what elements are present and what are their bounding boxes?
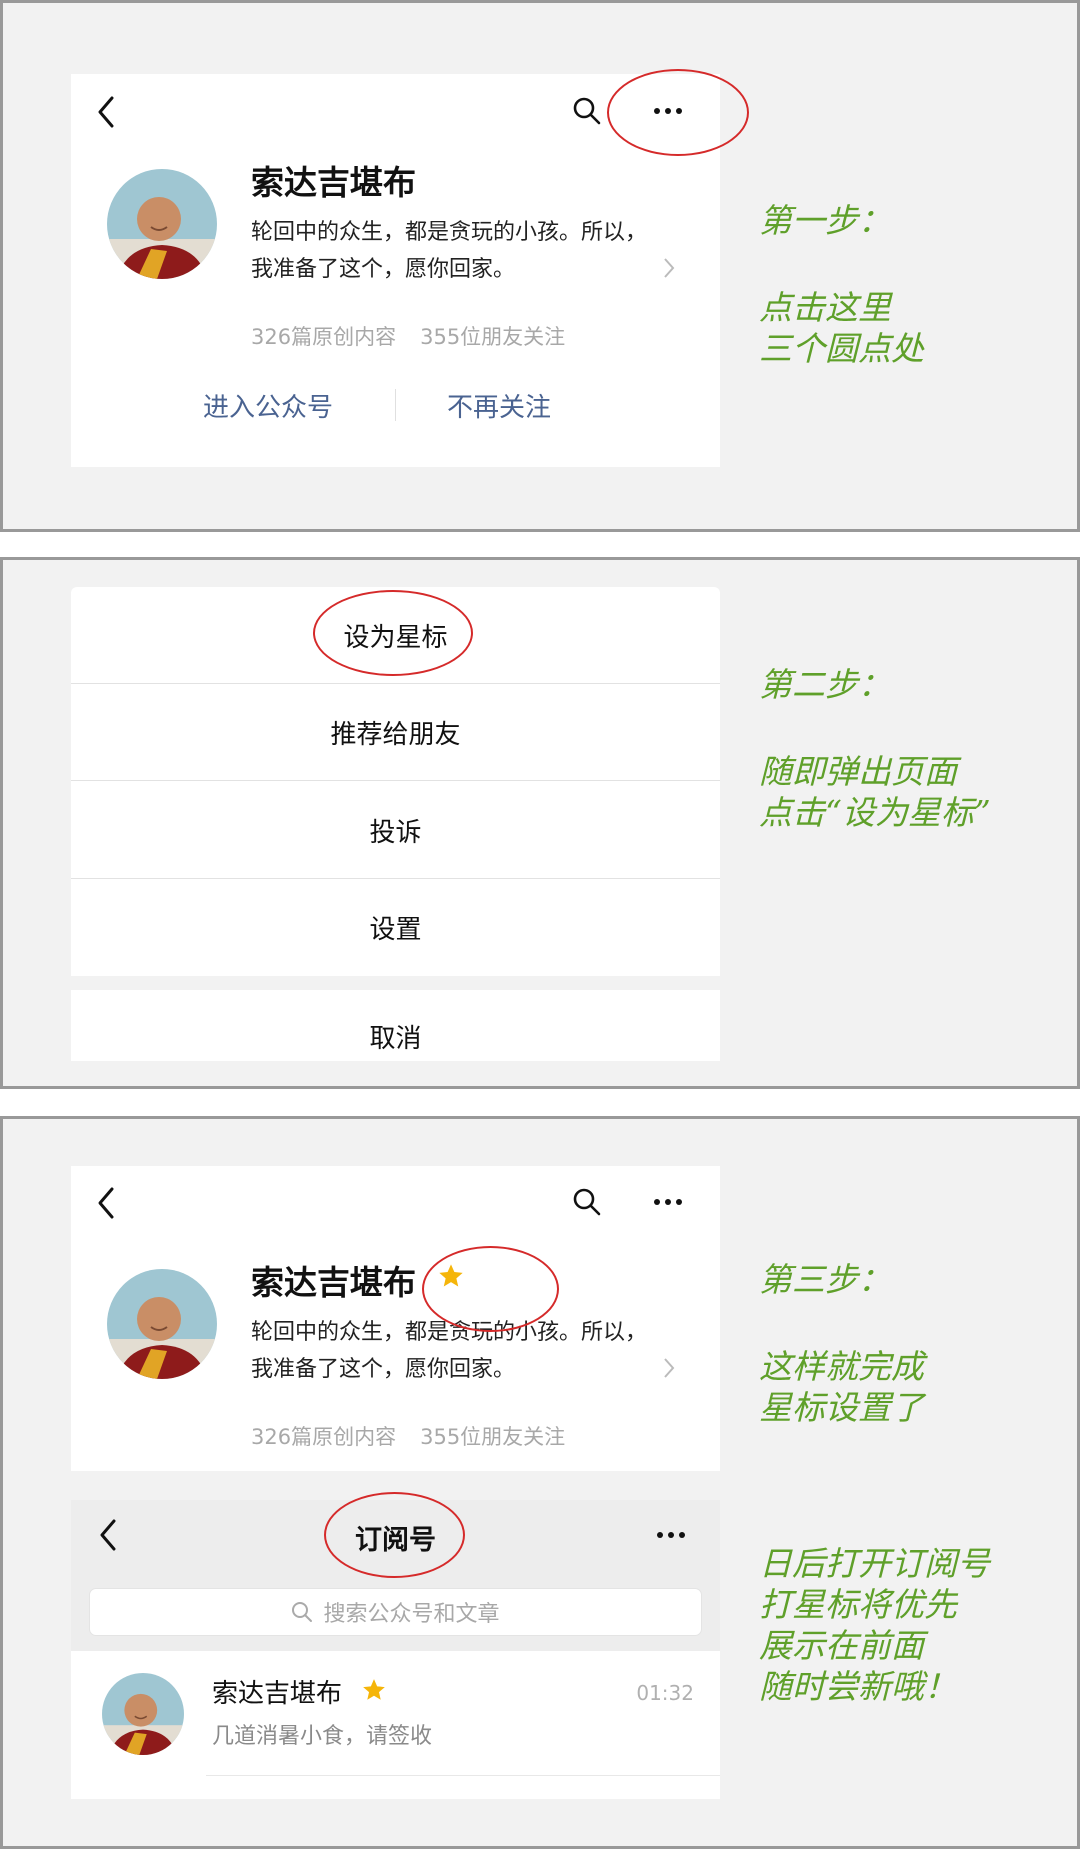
- page-title: 订阅号: [355, 1525, 436, 1556]
- note-line: 展示在前面: [759, 1625, 924, 1665]
- note-title: 第一步：: [759, 201, 891, 240]
- search-icon: [292, 1602, 313, 1622]
- set-star-menu-item[interactable]: 设为星标: [71, 587, 720, 684]
- action-sheet: 设为星标 推荐给朋友 投诉 设置 取消: [71, 587, 720, 1061]
- account-card: 索达吉堪布 轮回中的众生，都是贪玩的小孩。所以，我准备了这个，愿你回家。 326…: [71, 74, 720, 467]
- back-icon[interactable]: [96, 1186, 116, 1220]
- menu-separator: [71, 976, 720, 990]
- chevron-right-icon[interactable]: [663, 1357, 675, 1379]
- note-title: 第三步：: [759, 1260, 891, 1299]
- star-icon: [439, 1264, 463, 1287]
- account-stats: 326篇原创内容 355位朋友关注: [251, 321, 565, 351]
- search-icon[interactable]: [572, 1187, 602, 1217]
- account-description: 轮回中的众生，都是贪玩的小孩。所以，我准备了这个，愿你回家。: [251, 1320, 648, 1382]
- cancel-button[interactable]: 取消: [71, 990, 720, 1061]
- step-three-panel: 索达吉堪布 轮回中的众生，都是贪玩的小孩。所以，我准备了这个，愿你回家。 326…: [0, 1116, 1080, 1849]
- step-one-panel: 索达吉堪布 轮回中的众生，都是贪玩的小孩。所以，我准备了这个，愿你回家。 326…: [0, 0, 1080, 532]
- search-icon[interactable]: [572, 96, 602, 126]
- avatar[interactable]: [107, 1269, 217, 1379]
- step-two-note: 第二步： 随即弹出页面 点击“设为星标”: [759, 665, 991, 834]
- account-stats: 326篇原创内容 355位朋友关注: [251, 1421, 565, 1451]
- note-line: 点击“设为星标”: [759, 792, 991, 832]
- list-item-title: 索达吉堪布: [212, 1679, 343, 1709]
- subscription-header: 订阅号 搜索公众号和文章: [71, 1500, 720, 1651]
- list-item-time: 01:32: [636, 1681, 694, 1705]
- note-line: 打星标将优先: [759, 1584, 957, 1624]
- followers-count: 355位朋友关注: [420, 325, 566, 349]
- search-input[interactable]: 搜索公众号和文章: [89, 1588, 702, 1636]
- note-line: 这样就完成: [759, 1346, 924, 1386]
- enter-account-button[interactable]: 进入公众号: [203, 387, 333, 424]
- step-two-panel: 设为星标 推荐给朋友 投诉 设置 取消 第二步： 随即弹出页面 点击“设为星标”: [0, 557, 1080, 1089]
- account-name: 索达吉堪布: [251, 163, 416, 202]
- divider: [395, 389, 396, 421]
- note-title: 第二步：: [759, 665, 891, 704]
- divider: [206, 1775, 720, 1776]
- list-item[interactable]: 索达吉堪布 01:32 几道消暑小食，请签收: [71, 1651, 720, 1799]
- star-icon: [363, 1679, 385, 1700]
- chevron-right-icon[interactable]: [663, 257, 675, 279]
- note-line: 随即弹出页面: [759, 751, 957, 791]
- complain-menu-item[interactable]: 投诉: [71, 782, 720, 879]
- more-icon[interactable]: [654, 1199, 682, 1205]
- followers-count: 355位朋友关注: [420, 1425, 566, 1449]
- note-line: 三个圆点处: [759, 328, 924, 368]
- account-card: 索达吉堪布 轮回中的众生，都是贪玩的小孩。所以，我准备了这个，愿你回家。 326…: [71, 1166, 720, 1471]
- account-description: 轮回中的众生，都是贪玩的小孩。所以，我准备了这个，愿你回家。: [251, 220, 648, 282]
- search-placeholder: 搜索公众号和文章: [323, 1602, 500, 1627]
- note-line: 点击这里: [759, 287, 891, 327]
- note-line: 日后打开订阅号: [759, 1544, 990, 1583]
- step-three-extra-note: 日后打开订阅号 打星标将优先 展示在前面 随时尝新哦！: [759, 1544, 990, 1708]
- avatar: [102, 1673, 184, 1755]
- more-icon[interactable]: [657, 1532, 685, 1538]
- avatar[interactable]: [107, 169, 217, 279]
- note-line: 星标设置了: [759, 1387, 924, 1427]
- note-line: 随时尝新哦！: [759, 1666, 957, 1706]
- step-one-note: 第一步： 点击这里 三个圆点处: [759, 201, 924, 370]
- original-count: 326篇原创内容: [251, 325, 397, 349]
- back-icon[interactable]: [96, 95, 116, 129]
- unfollow-button[interactable]: 不再关注: [447, 387, 551, 424]
- recommend-menu-item[interactable]: 推荐给朋友: [71, 684, 720, 781]
- more-icon[interactable]: [654, 108, 682, 114]
- account-name: 索达吉堪布: [251, 1263, 416, 1302]
- original-count: 326篇原创内容: [251, 1425, 397, 1449]
- step-three-note: 第三步： 这样就完成 星标设置了: [759, 1260, 924, 1429]
- list-item-preview: 几道消暑小食，请签收: [212, 1724, 433, 1749]
- settings-menu-item[interactable]: 设置: [71, 879, 720, 976]
